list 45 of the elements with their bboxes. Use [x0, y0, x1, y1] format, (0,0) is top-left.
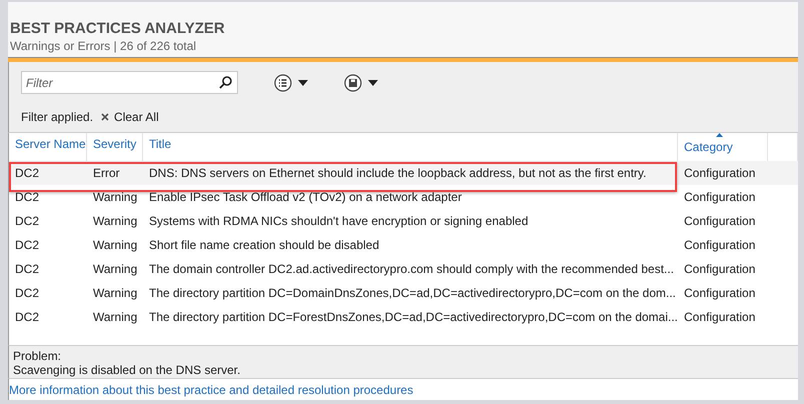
view-options-button[interactable]: [274, 74, 308, 92]
table-cell-text: DC2: [14, 310, 40, 324]
table-cell-text: Warning: [92, 190, 138, 204]
table-cell-text: Warning: [92, 310, 138, 324]
close-icon: [101, 113, 110, 121]
table-cell-text: DNS: DNS servers on Ethernet should include the loopback address, but not as the first entry.: [148, 166, 648, 180]
filter-field[interactable]: Filter: [21, 71, 238, 94]
table-cell-text: Short file name creation should be disabled: [148, 238, 380, 252]
table-cell-text: Error: [92, 166, 121, 180]
caret-icon: [298, 80, 308, 86]
table-cell-text: Configuration: [683, 190, 756, 204]
table-cell-text: Configuration: [683, 310, 756, 324]
table-cell-text: Warning: [92, 214, 138, 228]
table-cell-text: The directory partition DC=ForestDnsZones,DC=ad,DC=activedirectorypro,DC=com on the domai...: [148, 310, 678, 324]
search-icon: [219, 76, 232, 89]
table-cell-text: DC2: [14, 262, 40, 276]
page-title: BEST PRACTICES ANALYZER: [10, 20, 226, 37]
save-button[interactable]: [344, 74, 378, 92]
list-icon: [274, 74, 292, 92]
caret-icon: [368, 80, 378, 86]
table-cell-text: Enable IPsec Task Offload v2 (TOv2) on a network adapter: [148, 190, 463, 204]
table-cell-text: Configuration: [683, 238, 756, 252]
floppy-disk-icon: [344, 74, 362, 92]
result-row[interactable]: DC2 Error DNS: DNS servers on Ethernet should include the loopback address, but not as the first entry. Configuration: [9, 161, 798, 185]
table-cell-text: The directory partition DC=DomainDnsZones,DC=ad,DC=activedirectorypro,DC=com on the dom...: [148, 286, 677, 300]
table-cell-text: DC2: [14, 190, 40, 204]
more-information-link[interactable]: More information about this best practice and detailed resolution procedures: [9, 383, 414, 397]
table-cell-text: Configuration: [683, 214, 756, 228]
table-cell-text: DC2: [14, 214, 40, 228]
table-cell-text: Warning: [92, 238, 138, 252]
filter-status: Filter applied.: [21, 110, 94, 124]
table-cell-text: DC2: [14, 238, 40, 252]
table-cell-text: Warning: [92, 286, 138, 300]
table-cell-text: Configuration: [683, 166, 756, 180]
table-cell-text: Warning: [92, 262, 138, 276]
problem-label: Problem:: [13, 349, 62, 363]
table-cell-text: The domain controller DC2.ad.activedirectorypro.com should comply with the recommended best...: [148, 262, 675, 276]
results-summary: Warnings or Errors | 26 of 226 total: [10, 39, 198, 53]
problem-text: Scavenging is disabled on the DNS server.: [13, 363, 242, 377]
table-cell-text: Configuration: [683, 262, 756, 276]
table-cell-text: Configuration: [683, 286, 756, 300]
table-cell-text: DC2: [14, 166, 40, 180]
table-cell-text: Systems with RDMA NICs shouldn't have encryption or signing enabled: [148, 214, 530, 228]
clear-all-button[interactable]: Clear All: [101, 110, 159, 124]
table-cell-text: DC2: [14, 286, 40, 300]
